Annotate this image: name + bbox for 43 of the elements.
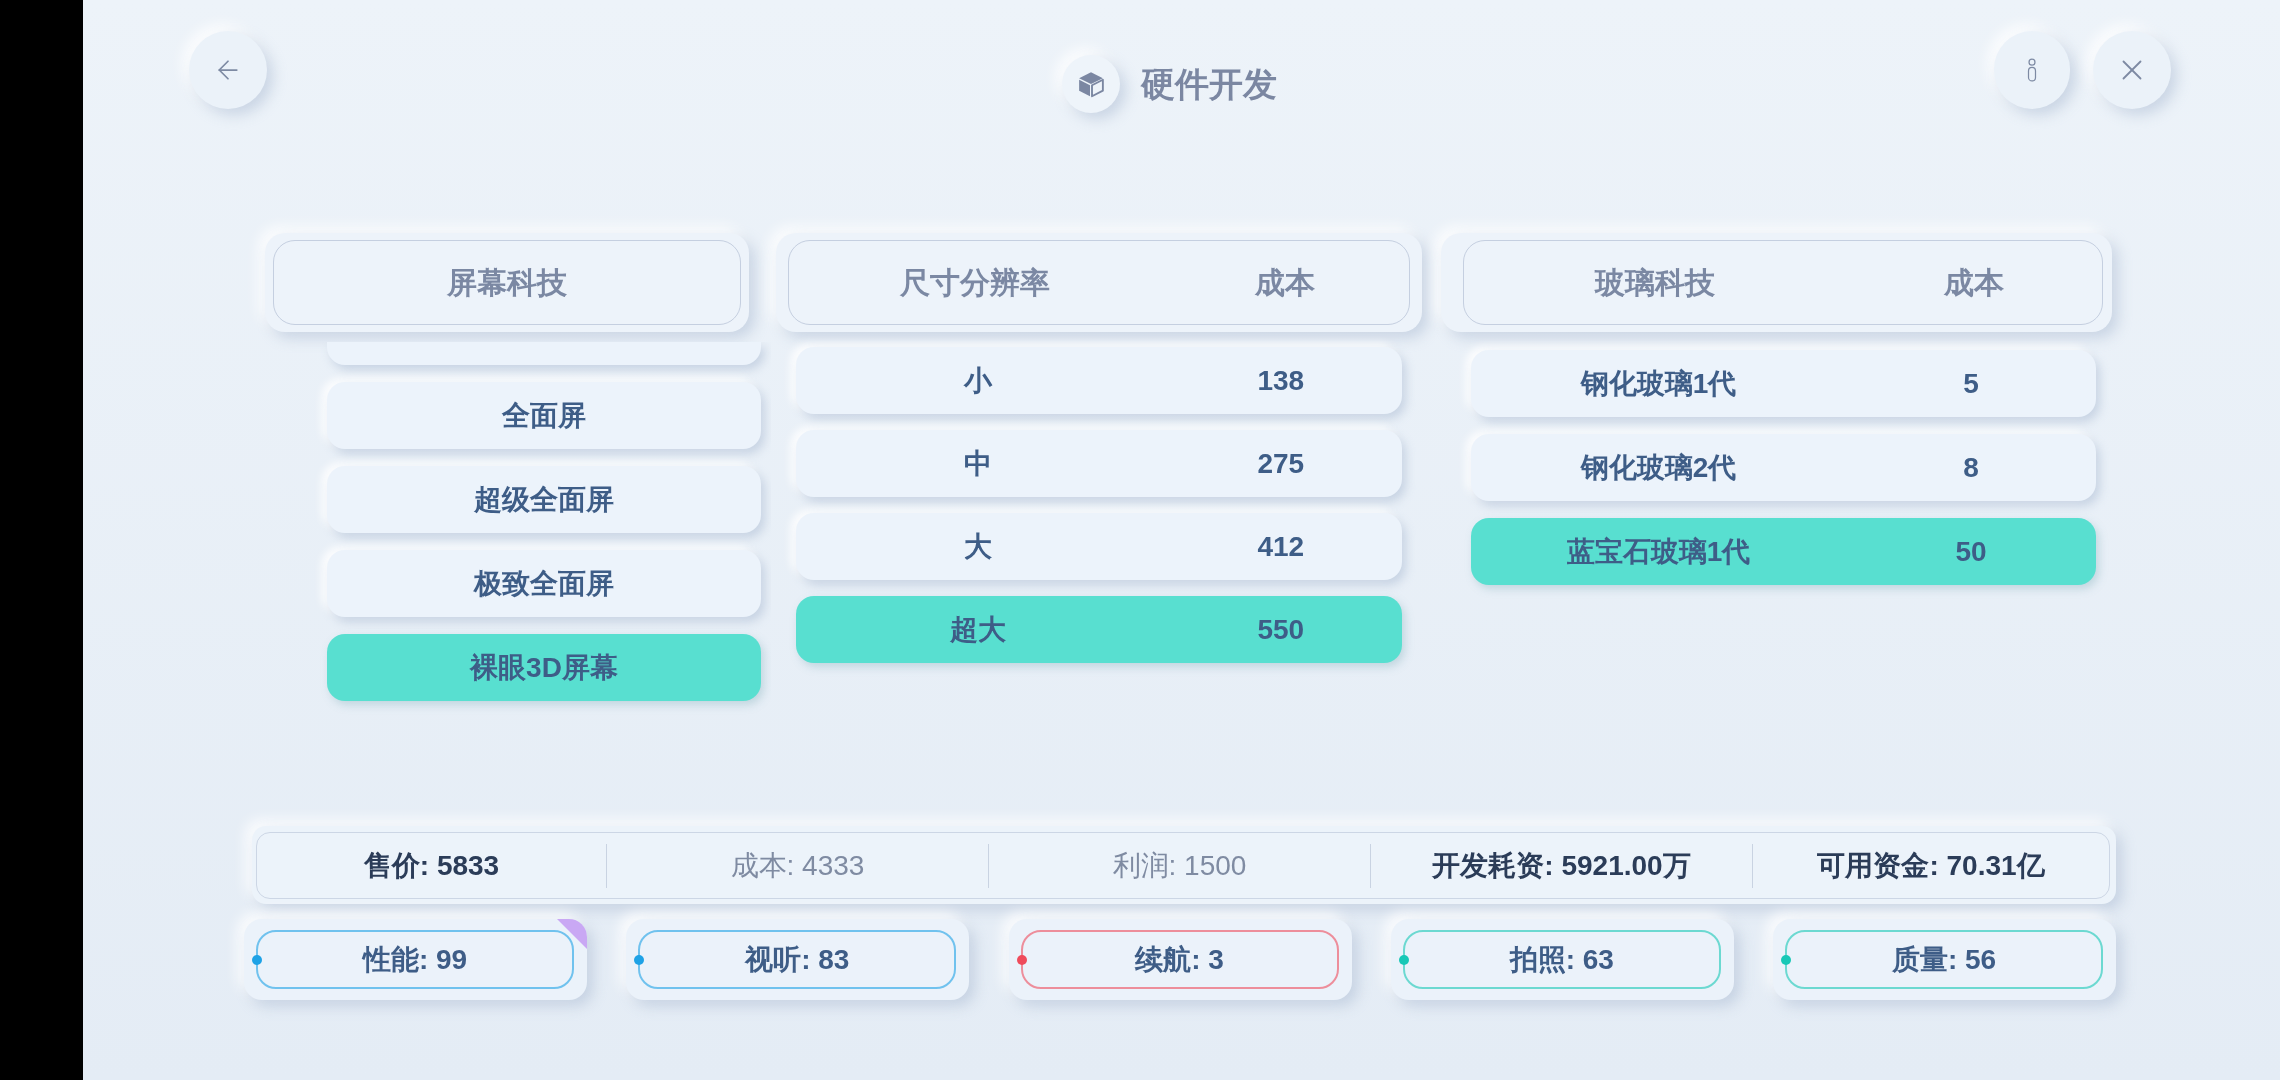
attribute-label: 续航: 3 <box>1135 945 1224 974</box>
cost-value: 50 <box>1955 537 1987 566</box>
option-row[interactable]: 大 412 <box>796 513 1402 580</box>
page-title: 硬件开发 <box>1141 67 1277 101</box>
option-row[interactable]: 中 275 <box>796 430 1402 497</box>
option-button[interactable]: 极致全面屏 <box>327 550 761 617</box>
option-button[interactable]: 裸眼3D屏幕 <box>327 634 761 701</box>
option-label: 超大 <box>949 615 1006 644</box>
info-icon <box>2025 57 2039 83</box>
option-row[interactable]: 超大 550 <box>796 596 1402 663</box>
attribute-label: 拍照: 63 <box>1509 945 1614 974</box>
option-label: 钢化玻璃1代 <box>1580 369 1737 398</box>
attribute-label: 性能: 99 <box>362 945 468 974</box>
option-label: 大 <box>963 532 992 561</box>
stat-text: 成本: 4333 <box>730 851 865 880</box>
column-heading: 成本 <box>1944 267 2005 298</box>
stat-text: 可用资金: 70.31亿 <box>1817 851 2045 880</box>
column-heading: 成本 <box>1255 267 1315 298</box>
option-row[interactable]: 钢化玻璃1代 5 <box>1471 350 2096 417</box>
cost-value: 5 <box>1963 369 1979 398</box>
cost-value: 275 <box>1257 449 1305 478</box>
cost-value: 412 <box>1257 532 1305 561</box>
attribute-label: 视听: 83 <box>745 945 850 974</box>
option-row[interactable]: 蓝宝石玻璃1代 50 <box>1471 518 2096 585</box>
column-heading: 屏幕科技 <box>447 267 567 298</box>
cost-value: 8 <box>1963 453 1979 482</box>
option-row[interactable]: 小 138 <box>796 347 1402 414</box>
stat-text: 利润: 1500 <box>1112 851 1247 880</box>
option-label: 中 <box>963 449 992 478</box>
option-button[interactable]: 超级全面屏 <box>327 466 761 533</box>
cost-value: 550 <box>1257 615 1305 644</box>
option-button[interactable]: 全面屏 <box>327 382 761 449</box>
option-label: 钢化玻璃2代 <box>1580 453 1737 482</box>
option-label: 蓝宝石玻璃1代 <box>1566 537 1751 566</box>
option-label: 小 <box>963 366 992 395</box>
stat-text: 开发耗资: 5921.00万 <box>1432 851 1691 880</box>
cost-value: 138 <box>1257 366 1305 395</box>
attribute-label: 质量: 56 <box>1891 945 1997 974</box>
column-heading: 玻璃科技 <box>1595 267 1716 298</box>
option-row[interactable]: 钢化玻璃2代 8 <box>1471 434 2096 501</box>
list-item-edge[interactable] <box>327 342 761 365</box>
stat-text: 售价: 5833 <box>363 851 500 880</box>
column-heading: 尺寸分辨率 <box>900 267 1050 298</box>
